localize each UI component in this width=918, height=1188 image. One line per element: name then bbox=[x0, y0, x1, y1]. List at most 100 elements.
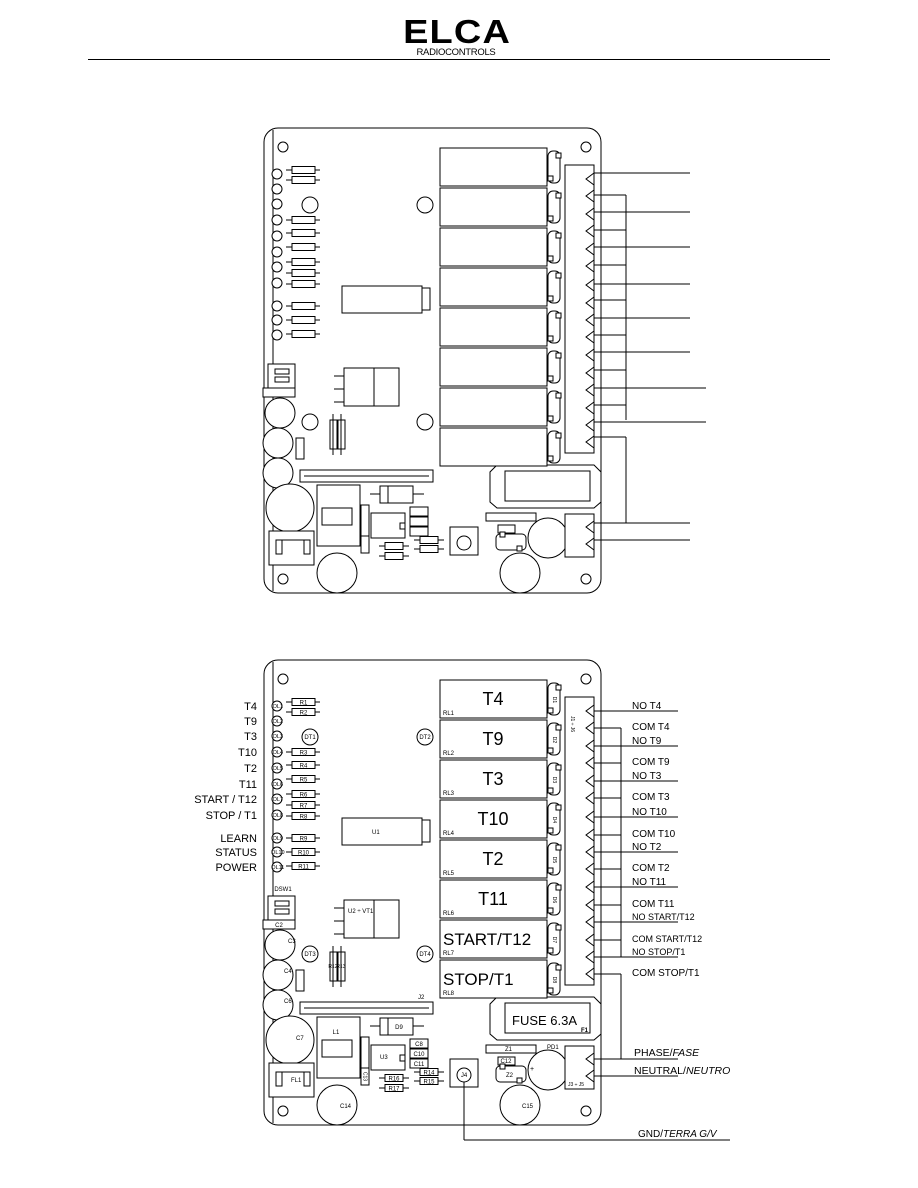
diode-pin bbox=[555, 392, 562, 399]
dt4-label: DT4 bbox=[419, 952, 431, 958]
resistor-label: R3 bbox=[300, 751, 308, 757]
resistor bbox=[291, 302, 316, 310]
diode-pin bbox=[547, 255, 554, 262]
resistor-label: R5 bbox=[300, 778, 308, 784]
led-id: DL3 bbox=[273, 734, 283, 740]
terminal-label-com: COM T11 bbox=[632, 899, 675, 910]
diode-pin bbox=[547, 707, 554, 714]
led-id: DL6 bbox=[273, 782, 283, 788]
c4-capacitor bbox=[262, 959, 294, 991]
led bbox=[271, 198, 283, 210]
z2-pin bbox=[516, 1077, 523, 1084]
led-id: DL8 bbox=[273, 813, 283, 819]
fl1-pin bbox=[303, 539, 311, 555]
c9-capacitor bbox=[360, 1036, 370, 1069]
relay-label: START/T12 bbox=[443, 930, 531, 949]
relay-label: T2 bbox=[482, 849, 503, 869]
diode-pin bbox=[547, 867, 554, 874]
terminal-label-com: COM T10 bbox=[632, 829, 676, 840]
diode-pin bbox=[555, 964, 562, 971]
terminal-label-no: NO T10 bbox=[632, 807, 667, 818]
c13-capacitor bbox=[360, 535, 370, 554]
c10-capacitor bbox=[409, 516, 429, 527]
led bbox=[271, 314, 283, 326]
dsw1-pos bbox=[274, 908, 290, 915]
fl1-pin bbox=[275, 539, 283, 555]
neutral-label: NEUTRAL/NEUTRO bbox=[634, 1065, 730, 1077]
relay-id: RL6 bbox=[443, 911, 455, 917]
l1-core bbox=[321, 1039, 353, 1058]
phase-label: PHASE/FASE bbox=[634, 1047, 700, 1059]
mounting-hole bbox=[277, 573, 289, 585]
relay-rl7 bbox=[439, 387, 548, 427]
j1-connector bbox=[564, 696, 595, 986]
r14-label: R14 bbox=[423, 1071, 435, 1077]
j2-label: J2 bbox=[418, 995, 425, 1001]
u1-label: U1 bbox=[372, 830, 380, 836]
u1-chip bbox=[341, 285, 423, 314]
diode-pin bbox=[547, 455, 554, 462]
u2-regulator bbox=[343, 899, 400, 939]
led-label: POWER bbox=[215, 862, 257, 874]
led bbox=[271, 300, 283, 312]
diode-pin bbox=[547, 987, 554, 994]
r16-label: R16 bbox=[388, 1077, 400, 1083]
dsw1-pos bbox=[274, 368, 290, 375]
u2-label: U2 ÷ VT1 bbox=[348, 909, 374, 915]
r14-resistor bbox=[419, 536, 439, 544]
relay-label: STOP/T1 bbox=[443, 970, 514, 989]
dsw1-switch bbox=[267, 363, 296, 389]
led-id: DL5 bbox=[273, 766, 283, 772]
diode-label: D7 bbox=[551, 937, 557, 944]
relay-id: RL2 bbox=[443, 751, 455, 757]
c6-label: C6 bbox=[284, 999, 292, 1005]
led-id: DL10 bbox=[271, 850, 284, 856]
relay-label: T9 bbox=[482, 729, 503, 749]
resistor bbox=[291, 166, 316, 174]
led-id: DL7 bbox=[273, 797, 283, 803]
terminal-label-no: NO STOP/T1 bbox=[632, 947, 685, 957]
led-label: T10 bbox=[238, 747, 257, 759]
c12-label: C12 bbox=[500, 1059, 512, 1065]
fl1-label: FL1 bbox=[291, 1078, 302, 1084]
led-label: T11 bbox=[239, 779, 257, 791]
dsw1-pos bbox=[274, 900, 290, 907]
resistor-label: R2 bbox=[300, 711, 308, 717]
relay-id: RL5 bbox=[443, 871, 455, 877]
pd1-label: PD1 bbox=[547, 1045, 559, 1051]
j1-connector bbox=[564, 164, 595, 454]
terminal-label-no: NO T11 bbox=[632, 877, 667, 888]
diode-pin bbox=[555, 844, 562, 851]
led bbox=[271, 214, 283, 226]
diode-pin bbox=[547, 375, 554, 382]
c1-capacitor bbox=[421, 819, 431, 843]
terminal-label-no: NO START/T12 bbox=[632, 912, 695, 922]
c13-label: C13 bbox=[362, 1072, 368, 1081]
diode-pin bbox=[547, 335, 554, 342]
mounting-hole bbox=[580, 573, 592, 585]
r16-resistor bbox=[384, 542, 404, 550]
diode-pin bbox=[555, 312, 562, 319]
mounting-hole bbox=[580, 1105, 592, 1117]
led-label: T2 bbox=[244, 763, 257, 775]
mounting-hole bbox=[277, 141, 289, 153]
z1-component bbox=[485, 512, 537, 522]
resistor bbox=[291, 229, 316, 237]
relay-rl5 bbox=[439, 307, 548, 347]
diode-pin bbox=[555, 764, 562, 771]
relay-id: RL3 bbox=[443, 791, 455, 797]
resistor bbox=[291, 316, 316, 324]
led-label: T3 bbox=[244, 731, 257, 743]
dsw1-label: DSW1 bbox=[274, 887, 292, 893]
circuit-board-diagrams: DL1 DL2 DL3 DL4 DL5 DL6 DL7 DL8 DL9 DL10 DL11 R1 R2 R… bbox=[194, 127, 730, 1141]
dt3-thermal bbox=[301, 413, 319, 431]
d9-band bbox=[379, 485, 389, 504]
resistor bbox=[291, 176, 316, 184]
u3-label: U3 bbox=[380, 1055, 388, 1061]
diode-label: D2 bbox=[551, 737, 557, 744]
relay-id: RL4 bbox=[443, 831, 455, 837]
l1-label: L1 bbox=[333, 1030, 340, 1036]
r17-label: R17 bbox=[388, 1087, 400, 1093]
resistor-label: R11 bbox=[298, 865, 309, 871]
terminal-label-com: COM T4 bbox=[632, 722, 670, 733]
